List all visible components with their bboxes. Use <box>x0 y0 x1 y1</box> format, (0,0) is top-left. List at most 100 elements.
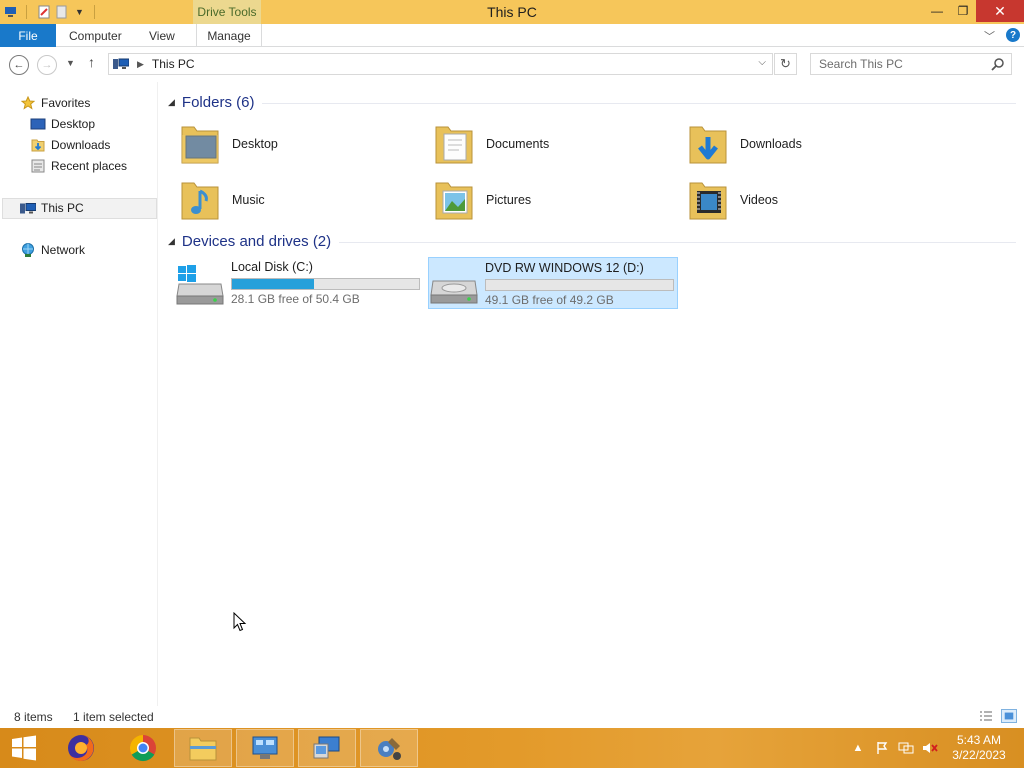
folder-label-pictures: Pictures <box>486 193 532 207</box>
help-icon[interactable]: ? <box>1006 28 1020 42</box>
windows-logo-icon <box>12 735 36 761</box>
drive-name-c: Local Disk (C:) <box>231 260 313 274</box>
nav-label-downloads: Downloads <box>51 138 111 152</box>
nav-this-pc[interactable]: This PC <box>20 198 84 218</box>
nav-label-recent-places: Recent places <box>51 159 128 173</box>
dvd-drive-icon <box>430 280 478 304</box>
taskbar-control-panel[interactable] <box>236 729 294 767</box>
folder-videos[interactable]: Videos <box>670 174 918 226</box>
system-tool-icon <box>378 738 401 760</box>
refresh-button[interactable]: ↻ <box>774 53 797 75</box>
clock[interactable]: 5:43 AM 3/22/2023 <box>944 733 1014 763</box>
drives-group-title: Devices and drives (2) <box>181 232 332 250</box>
documents-folder-icon <box>435 126 473 164</box>
nav-network-label: Network <box>41 243 86 257</box>
music-folder-icon <box>181 182 219 220</box>
star-icon <box>20 95 36 111</box>
taskbar-system-tool[interactable] <box>360 729 418 767</box>
search-input[interactable] <box>819 57 979 71</box>
drive-usage-bar-d <box>485 279 674 291</box>
folder-pictures[interactable]: Pictures <box>416 174 664 226</box>
folder-label-downloads: Downloads <box>740 137 802 151</box>
clock-date: 3/22/2023 <box>952 748 1006 762</box>
item-count: 8 items <box>14 710 53 724</box>
tab-computer[interactable]: Computer <box>69 24 122 47</box>
system-tray: ▲ <box>850 728 946 768</box>
taskbar-file-explorer[interactable] <box>174 729 232 767</box>
address-dropdown-icon[interactable]: ⌵ <box>758 57 766 68</box>
selection-count: 1 item selected <box>73 710 154 724</box>
action-center-flag-icon[interactable] <box>874 740 890 756</box>
taskbar-chrome[interactable] <box>114 729 172 767</box>
search-box[interactable] <box>810 53 1012 75</box>
videos-folder-icon <box>689 182 727 220</box>
nav-favorite-recent-places[interactable]: Recent places <box>30 156 127 176</box>
restore-button[interactable]: ❐ <box>950 0 976 22</box>
nav-favorite-downloads[interactable]: Downloads <box>30 135 110 155</box>
tab-manage[interactable]: Manage <box>196 24 262 47</box>
mouse-cursor-icon <box>233 612 247 632</box>
close-button[interactable]: ✕ <box>976 0 1024 22</box>
folders-group-title: Folders (6) <box>181 93 255 111</box>
collapse-triangle-icon[interactable]: ◢ <box>168 97 175 108</box>
address-bar[interactable]: ▶ This PC ⌵ <box>108 53 773 75</box>
folder-label-music: Music <box>232 193 265 207</box>
ribbon-tabs: File Computer View Manage ﹀ ? <box>0 24 1024 47</box>
expand-ribbon-icon[interactable]: ﹀ <box>984 28 995 44</box>
network-icon <box>20 242 36 258</box>
start-button[interactable] <box>0 729 48 767</box>
search-icon[interactable] <box>991 57 1005 71</box>
volume-muted-icon[interactable] <box>922 740 938 756</box>
drive-usage-bar-c <box>231 278 420 290</box>
chrome-icon <box>129 734 156 762</box>
folder-label-videos: Videos <box>740 193 778 207</box>
folder-documents[interactable]: Documents <box>416 118 664 170</box>
downloads-folder-icon <box>30 137 46 153</box>
recent-places-icon <box>30 158 46 174</box>
minimize-button[interactable]: — <box>924 0 950 22</box>
pictures-folder-icon <box>435 182 473 220</box>
address-row: ← → ▼ ↑ ▶ This PC ⌵ ↻ <box>0 47 1024 82</box>
folder-downloads[interactable]: Downloads <box>670 118 918 170</box>
clock-time: 5:43 AM <box>956 733 1002 747</box>
back-button[interactable]: ← <box>9 55 29 75</box>
large-icons-view-icon[interactable] <box>1001 709 1017 723</box>
this-pc-icon <box>113 58 129 69</box>
collapse-triangle-icon[interactable]: ◢ <box>168 236 175 247</box>
drive-local-disk-c[interactable]: Local Disk (C:) 28.1 GB free of 50.4 GB <box>175 257 425 309</box>
folder-label-documents: Documents <box>486 137 550 151</box>
tab-view[interactable]: View <box>149 24 175 47</box>
drive-free-space-c: 28.1 GB free of 50.4 GB <box>231 292 360 306</box>
drive-free-space-d: 49.1 GB free of 49.2 GB <box>485 293 614 307</box>
nav-network[interactable]: Network <box>20 240 85 260</box>
drive-dvd-d[interactable]: DVD RW WINDOWS 12 (D:) 49.1 GB free of 4… <box>428 257 678 309</box>
desktop-folder-icon <box>181 126 219 164</box>
breadcrumb-this-pc[interactable]: This PC <box>152 57 195 71</box>
forward-button[interactable]: → <box>37 55 57 75</box>
folder-desktop[interactable]: Desktop <box>162 118 410 170</box>
this-pc-icon <box>20 200 36 216</box>
taskbar: ▲ 5:43 AM 3/22/2023 <box>0 728 1024 768</box>
group-divider <box>339 241 1016 243</box>
network-tray-icon[interactable] <box>898 740 914 756</box>
status-bar: 8 items 1 item selected <box>0 706 1024 728</box>
nav-favorite-desktop[interactable]: Desktop <box>30 114 95 134</box>
drives-group-header[interactable]: ◢ Devices and drives (2) <box>168 231 1016 251</box>
drive-name-d: DVD RW WINDOWS 12 (D:) <box>485 261 644 275</box>
details-view-icon[interactable] <box>978 709 994 723</box>
folder-music[interactable]: Music <box>162 174 410 226</box>
breadcrumb-separator-icon[interactable]: ▶ <box>137 59 144 70</box>
firefox-icon <box>68 735 94 761</box>
nav-favorites[interactable]: Favorites <box>20 93 90 113</box>
title-bar: ▼ Drive Tools This PC — ❐ ✕ <box>0 0 1024 24</box>
recent-locations-button[interactable]: ▼ <box>66 58 75 68</box>
file-explorer-icon <box>189 737 217 761</box>
group-divider <box>262 102 1016 104</box>
taskbar-firefox[interactable] <box>52 729 110 767</box>
folders-group-header[interactable]: ◢ Folders (6) <box>168 92 1016 112</box>
show-hidden-icons-icon[interactable]: ▲ <box>850 740 866 756</box>
drive-usage-fill-c <box>232 279 315 289</box>
tab-file[interactable]: File <box>0 24 56 47</box>
taskbar-remote-desktop[interactable] <box>298 729 356 767</box>
up-button[interactable]: ↑ <box>88 54 95 70</box>
